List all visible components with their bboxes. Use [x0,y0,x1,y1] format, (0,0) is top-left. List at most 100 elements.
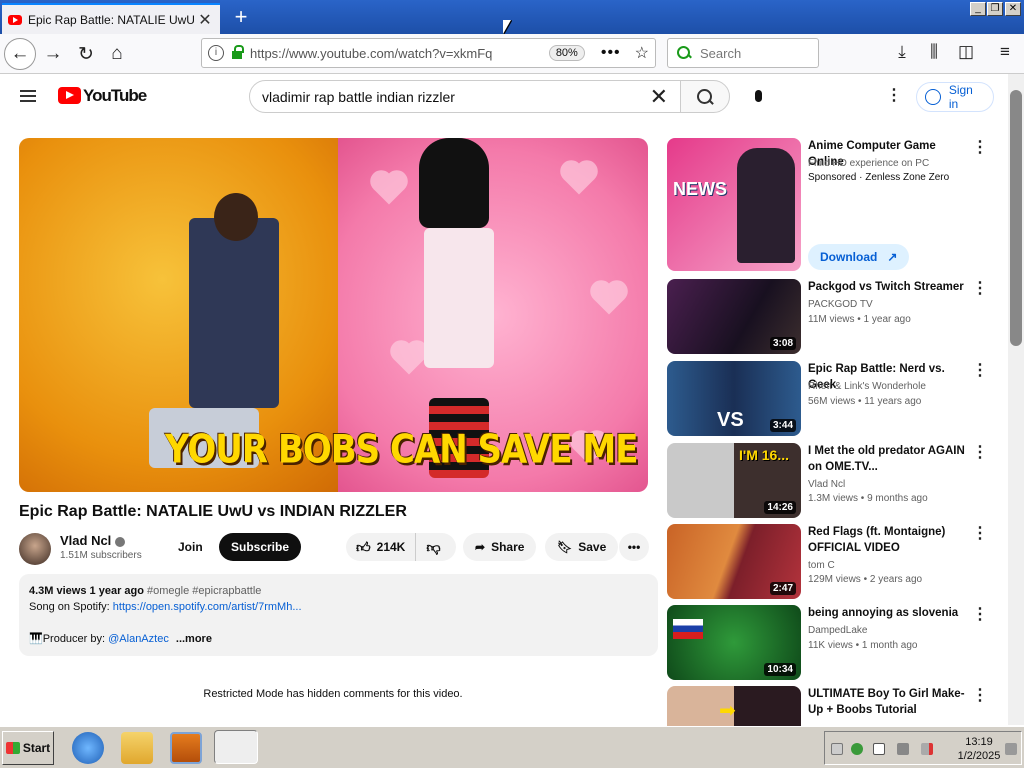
browser-tab-active[interactable]: Epic Rap Battle: NATALIE UwU vs ✕ [2,3,220,34]
sidebar-item[interactable]: ➡ ULTIMATE Boy To Girl Make-Up + Boobs T… [666,686,996,726]
subscribe-button[interactable]: Subscribe [219,533,302,561]
video-thumbnail[interactable]: I'M 16... 14:26 [667,443,801,518]
youtube-logo-icon[interactable] [58,87,81,104]
duration-badge: 14:26 [764,501,796,514]
ad-thumbnail[interactable]: NEWS [667,138,801,271]
producer-link[interactable]: @AlanAztec [108,633,169,645]
internet-explorer-icon[interactable] [72,732,104,764]
like-button[interactable]: 👍︎ 214K [346,533,417,561]
video-player[interactable]: YOUR BOBS CAN SAVE ME [19,138,648,492]
sidebar-title[interactable]: I Met the old predator AGAIN on OME.TV..… [808,443,972,475]
zoom-level-badge[interactable]: 80% [548,45,585,61]
taskbar-clock[interactable]: 13:19 1/2/2025 [953,735,1005,763]
sidebar-channel[interactable]: Rhett & Link's Wonderhole [808,381,926,392]
video-thumbnail[interactable]: ➡ [667,686,801,726]
settings-kebab-icon[interactable]: ⋮ [886,88,902,104]
sidebar-item[interactable]: 10:34 being annoying as slovenia DampedL… [666,605,996,680]
sidebar-title[interactable]: ULTIMATE Boy To Girl Make-Up + Boobs Tut… [808,686,972,718]
clear-search-icon[interactable]: ✕ [650,84,668,110]
sidebar-item-ad[interactable]: NEWS Anime Computer Game Online Fluid HD… [666,138,996,272]
close-window-button[interactable]: ✕ [1005,2,1021,16]
channel-avatar[interactable] [19,533,51,565]
sponsored-label: Sponsored · Zenless Zone Zero [808,172,950,183]
sidebar-channel[interactable]: PACKGOD TV [808,299,873,310]
browser-search-box[interactable]: Search [667,38,819,68]
youtube-wordmark[interactable]: YouTube [83,86,147,106]
scrollbar-thumb[interactable] [1010,90,1022,346]
tray-volume-icon[interactable] [921,743,933,755]
video-thumbnail[interactable]: 2:47 [667,524,801,599]
tray-network-icon[interactable] [897,743,909,755]
sidebar-title[interactable]: Packgod vs Twitch Streamer [808,279,972,295]
sidebar-item-menu-icon[interactable]: ⋮ [972,607,988,623]
video-thumbnail[interactable]: 10:34 [667,605,801,680]
sidebar-item-menu-icon[interactable]: ⋮ [972,363,988,379]
menu-icon[interactable]: ≡ [994,42,1016,64]
video-description[interactable]: 4.3M views 1 year ago #omegle #epicrapba… [19,574,658,656]
start-button[interactable]: Start [2,731,54,765]
page-actions-icon[interactable]: ••• [601,44,621,62]
tray-desktop-icon[interactable] [1005,743,1017,755]
running-app-raccoon-icon[interactable] [214,730,258,764]
share-button[interactable]: ➦ Share [463,533,537,561]
more-actions-button[interactable]: ••• [619,533,649,561]
close-tab-icon[interactable]: ✕ [196,10,214,30]
search-icon [676,45,692,61]
tray-clipboard-icon[interactable] [831,743,843,755]
sign-in-label: Sign in [948,83,973,111]
sidebar-item-menu-icon[interactable]: ⋮ [972,688,988,704]
sidebar-channel[interactable]: tom C [808,560,835,571]
sidebar-title[interactable]: being annoying as slovenia [808,605,972,621]
sidebar-toggle-icon[interactable]: ◫ [955,42,977,64]
video-thumbnail[interactable]: VS 3:44 [667,361,801,436]
page-scrollbar[interactable] [1008,74,1024,725]
sidebar-item[interactable]: VS 3:44 Epic Rap Battle: Nerd vs. Geek Rh… [666,361,996,436]
sidebar-title[interactable]: Red Flags (ft. Montaigne) OFFICIAL VIDEO [808,524,972,556]
show-more-link[interactable]: ...more [176,633,212,645]
downloads-icon[interactable]: ⤓ [891,42,913,64]
video-caption-text: YOUR BOBS CAN SAVE ME [165,427,638,473]
youtube-search-input[interactable]: vladimir rap battle indian rizzler ✕ [249,80,681,113]
channel-name[interactable]: Vlad Ncl [60,533,126,548]
tray-security-icon[interactable] [851,743,863,755]
folder-icon[interactable] [121,732,153,764]
taskbar: Start 13:19 1/2/2025 [0,726,1024,768]
address-bar[interactable]: i https://www.youtube.com/watch?v=xkmFq … [201,38,656,68]
sidebar-item-menu-icon[interactable]: ⋮ [972,281,988,297]
minimize-window-button[interactable]: _ [970,2,986,16]
bookmark-star-icon[interactable]: ☆ [635,43,649,63]
producer-label: 🎹Producer by: [29,633,106,645]
url-text[interactable]: https://www.youtube.com/watch?v=xkmFq [250,46,549,61]
site-info-icon[interactable]: i [208,45,224,61]
library-icon[interactable]: ⫼ [923,42,945,64]
ad-download-button[interactable]: Download ↗ [808,244,910,270]
spotify-link[interactable]: https://open.spotify.com/artist/7rmMh... [113,601,302,613]
video-thumbnail[interactable]: 3:08 [667,279,801,354]
back-button[interactable]: ← [4,38,36,70]
join-button[interactable]: Join [166,533,215,561]
search-query-text[interactable]: vladimir rap battle indian rizzler [262,89,650,105]
restore-window-button[interactable]: ❐ [987,2,1003,16]
sidebar-meta: 129M views • 2 years ago [808,574,923,585]
sidebar-item[interactable]: 2:47 Red Flags (ft. Montaigne) OFFICIAL … [666,524,996,599]
media-player-icon[interactable] [170,732,202,764]
sidebar-item-menu-icon[interactable]: ⋮ [972,526,988,542]
sidebar-item-menu-icon[interactable]: ⋮ [972,445,988,461]
home-button[interactable]: ⌂ [101,38,133,70]
hashtags[interactable]: #omegle #epicrapbattle [147,585,261,597]
sidebar-item-menu-icon[interactable]: ⋮ [972,140,988,156]
sidebar-channel[interactable]: Vlad Ncl [808,479,845,490]
sign-in-button[interactable]: Sign in [916,82,994,112]
youtube-search-button[interactable] [680,80,730,113]
dislike-button[interactable]: 👎︎ [416,539,450,556]
tray-flag-icon[interactable] [873,743,885,755]
sidebar-channel[interactable]: DampedLake [808,625,867,636]
hamburger-menu-icon[interactable] [20,90,36,102]
sidebar-item[interactable]: 3:08 Packgod vs Twitch Streamer PACKGOD … [666,279,996,354]
save-button[interactable]: 🔖︎ Save [545,533,619,561]
reload-button[interactable]: ↻ [70,38,102,70]
forward-button[interactable]: → [37,38,69,70]
sidebar-item[interactable]: I'M 16... 14:26 I Met the old predator AG… [666,443,996,518]
voice-search-icon[interactable] [744,82,772,110]
new-tab-button[interactable]: + [228,4,254,30]
